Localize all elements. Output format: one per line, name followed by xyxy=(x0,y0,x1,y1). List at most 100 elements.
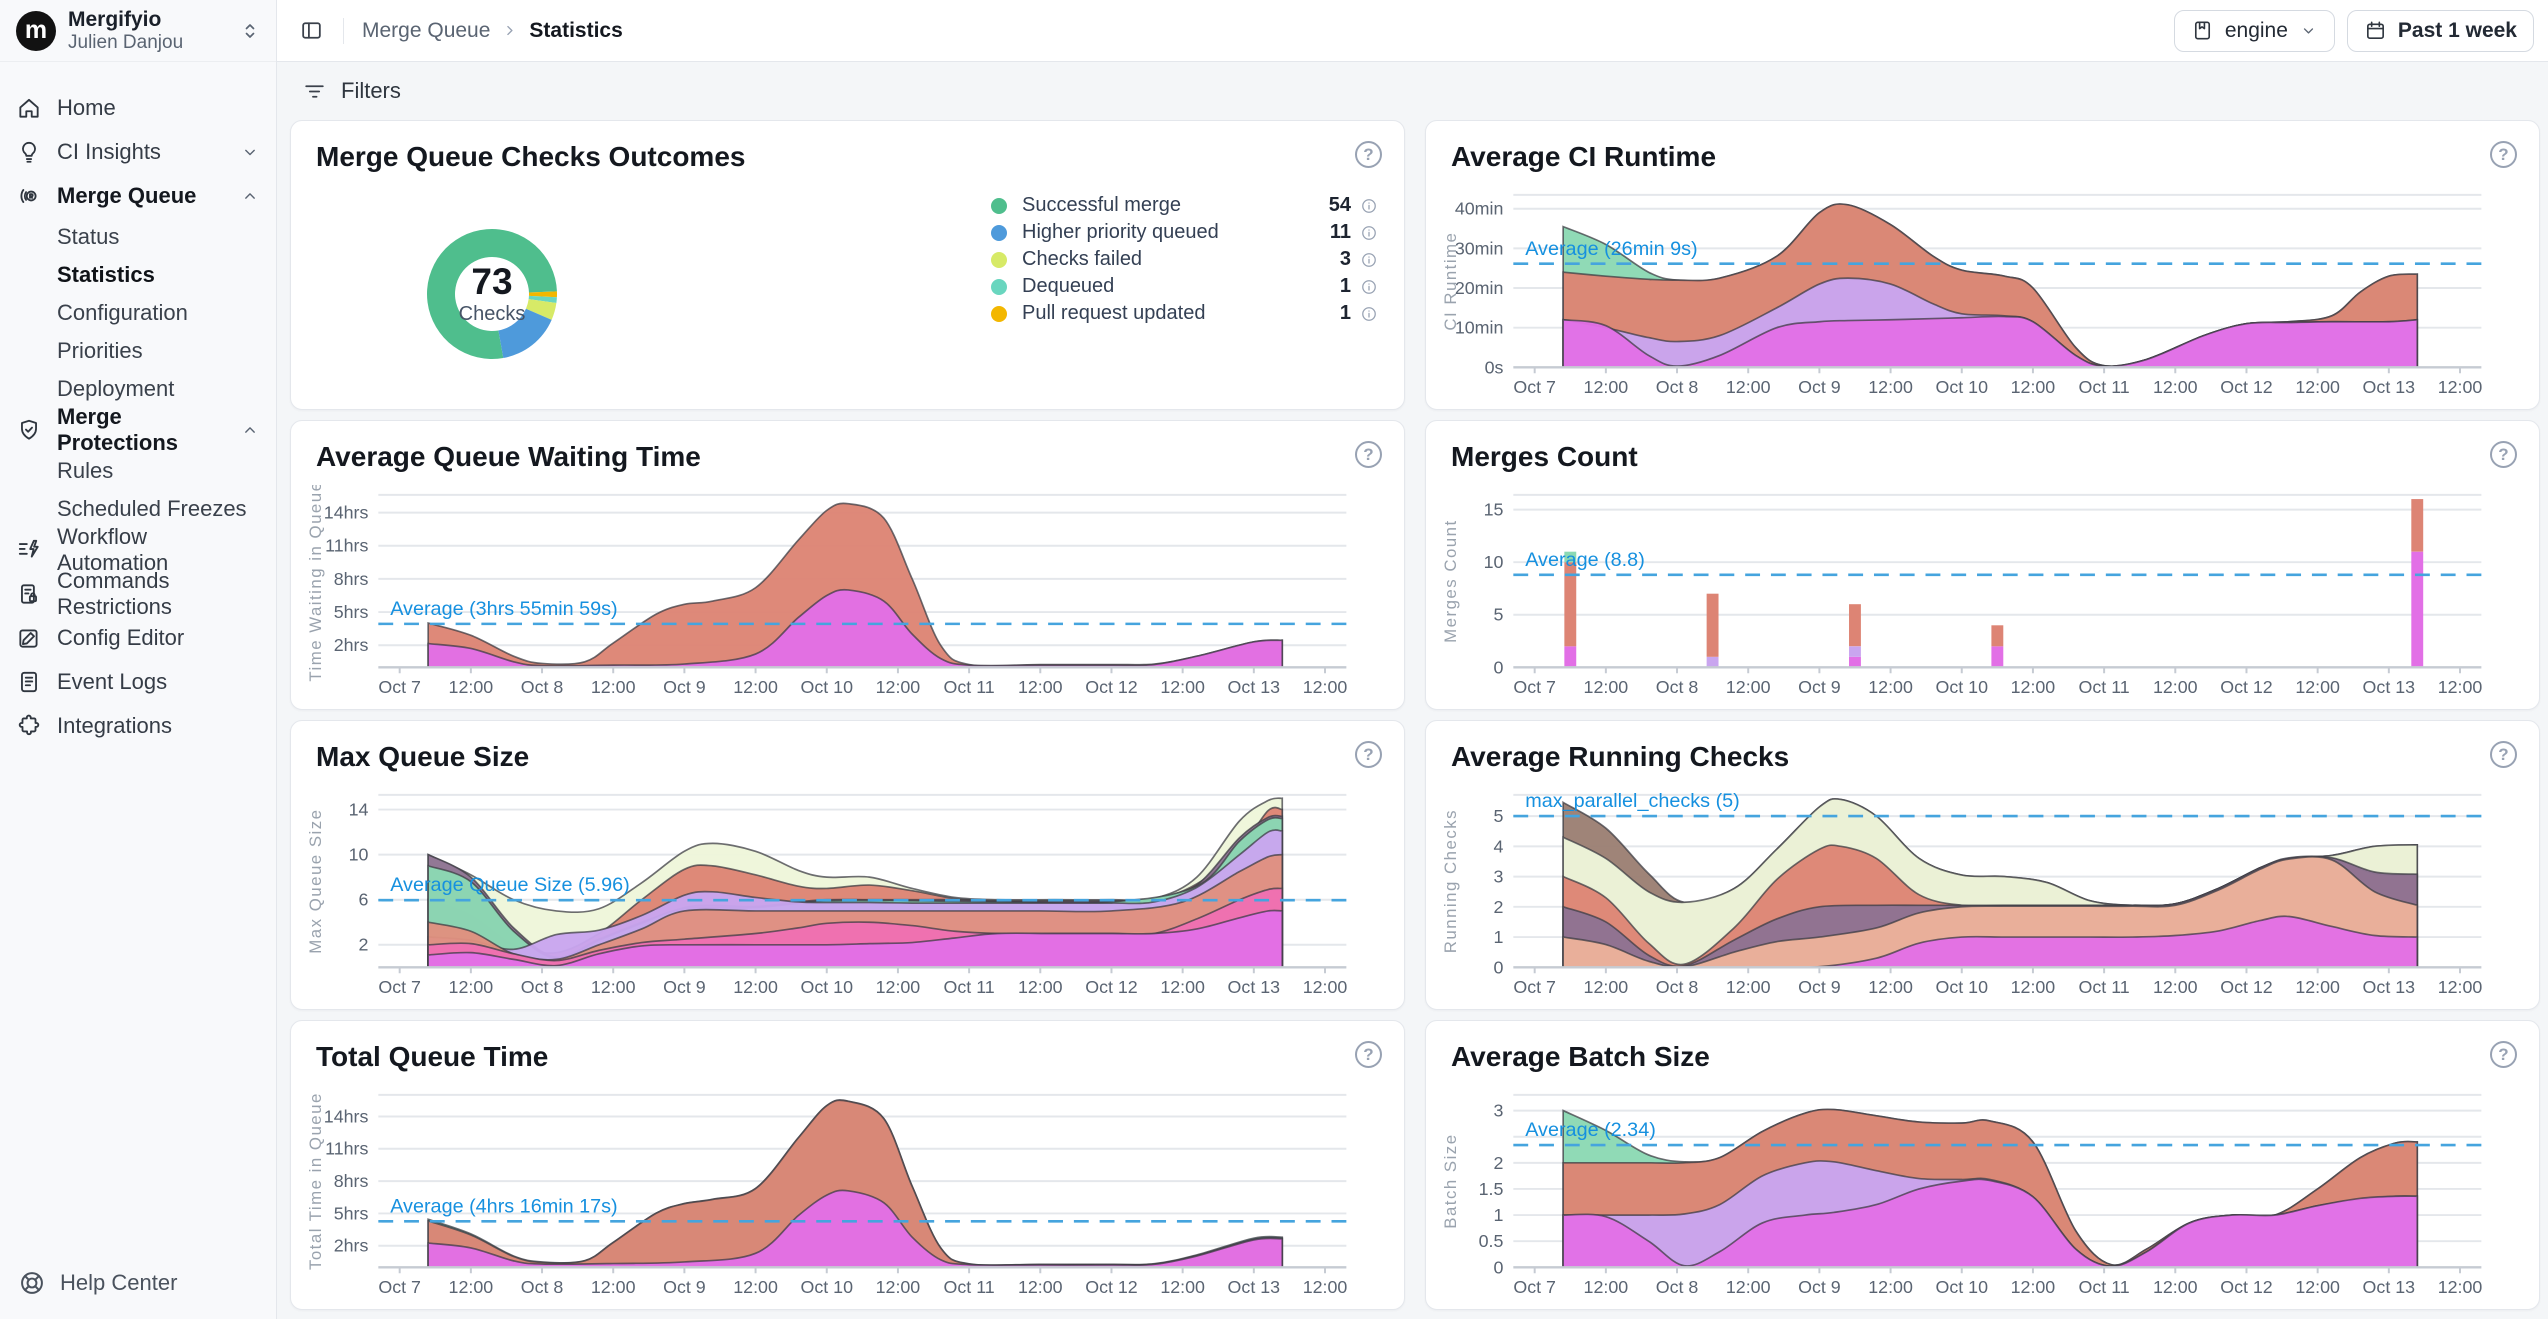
help-icon[interactable]: ? xyxy=(1355,741,1382,768)
svg-text:12:00: 12:00 xyxy=(1160,977,1205,997)
commands-restrictions-icon xyxy=(16,581,42,607)
period-selector-button[interactable]: Past 1 week xyxy=(2347,10,2534,52)
sidebar-item-configuration[interactable]: Configuration xyxy=(0,294,276,332)
info-icon xyxy=(1360,197,1378,215)
svg-text:2hrs: 2hrs xyxy=(334,1236,369,1256)
filters-button[interactable]: Filters xyxy=(290,62,2540,120)
legend-row-pull-request-updated: Pull request updated1 xyxy=(991,300,1378,327)
breadcrumb-merge-queue[interactable]: Merge Queue xyxy=(362,19,490,43)
legend-dot xyxy=(991,279,1007,295)
help-icon[interactable]: ? xyxy=(1355,141,1382,168)
svg-text:Oct 7: Oct 7 xyxy=(378,1277,421,1297)
repo-selector-button[interactable]: engine xyxy=(2174,10,2335,52)
sidebar-item-merge-queue[interactable]: Merge Queue xyxy=(0,174,276,218)
sidebar-item-scheduled-freezes[interactable]: Scheduled Freezes xyxy=(0,490,276,528)
y-axis-label: Time Waiting in Queue xyxy=(306,485,325,682)
sidebar-item-workflow-automation[interactable]: Workflow Automation xyxy=(0,528,276,572)
svg-text:15: 15 xyxy=(1484,500,1504,520)
svg-text:Oct 13: Oct 13 xyxy=(2363,677,2416,697)
integrations-icon xyxy=(16,713,42,739)
chart-average-running-checks: 012345Oct 712:00Oct 812:00Oct 912:00Oct … xyxy=(1438,785,2523,1001)
svg-text:10: 10 xyxy=(349,845,369,865)
svg-text:Oct 12: Oct 12 xyxy=(2220,1277,2273,1297)
sidebar-item-integrations[interactable]: Integrations xyxy=(0,704,276,748)
help-center-link[interactable]: Help Center xyxy=(0,1269,276,1319)
card-title: Merge Queue Checks Outcomes xyxy=(316,141,745,173)
svg-text:Oct 7: Oct 7 xyxy=(1513,977,1556,997)
cards-grid: Merge Queue Checks Outcomes?73ChecksSucc… xyxy=(290,120,2540,1310)
sidebar-item-config-editor[interactable]: Config Editor xyxy=(0,616,276,660)
legend-row-successful-merge: Successful merge54 xyxy=(991,192,1378,219)
svg-text:12:00: 12:00 xyxy=(2011,977,2056,997)
org-switcher[interactable]: m Mergifyio Julien Danjou xyxy=(0,0,276,62)
svg-text:12:00: 12:00 xyxy=(591,1277,636,1297)
sidebar-item-label: Merge Queue xyxy=(57,183,196,209)
sidebar-item-statistics[interactable]: Statistics xyxy=(0,256,276,294)
svg-text:12:00: 12:00 xyxy=(2295,977,2340,997)
sidebar-item-deployment[interactable]: Deployment xyxy=(0,370,276,408)
repo-selector-label: engine xyxy=(2225,19,2288,43)
sidebar-item-label: Statistics xyxy=(57,262,155,288)
svg-text:Oct 12: Oct 12 xyxy=(1085,677,1138,697)
sidebar-item-label: Config Editor xyxy=(57,625,184,651)
bar-segment xyxy=(1849,604,1861,646)
sidebar-item-priorities[interactable]: Priorities xyxy=(0,332,276,370)
svg-text:10min: 10min xyxy=(1455,318,1504,338)
sidebar-item-home[interactable]: Home xyxy=(0,86,276,130)
chart-max-queue-size: 261014Oct 712:00Oct 812:00Oct 912:00Oct … xyxy=(303,785,1388,1001)
content: Filters Merge Queue Checks Outcomes?73Ch… xyxy=(277,62,2548,1319)
svg-text:3: 3 xyxy=(1493,1101,1503,1121)
svg-text:10: 10 xyxy=(1484,552,1504,572)
svg-text:12:00: 12:00 xyxy=(1303,677,1348,697)
svg-text:12:00: 12:00 xyxy=(1160,1277,1205,1297)
sidebar-toggle-button[interactable] xyxy=(293,13,329,49)
user-name: Julien Danjou xyxy=(68,32,183,55)
svg-text:12:00: 12:00 xyxy=(1584,677,1629,697)
svg-text:12:00: 12:00 xyxy=(1868,677,1913,697)
sidebar-panel-icon xyxy=(299,18,324,43)
help-icon[interactable]: ? xyxy=(2490,1041,2517,1068)
sidebar-item-label: Integrations xyxy=(57,713,172,739)
sidebar-nav: HomeCI Insights Merge Queue Status Statisti… xyxy=(0,62,276,1269)
svg-text:5: 5 xyxy=(1493,605,1503,625)
svg-text:Oct 11: Oct 11 xyxy=(944,677,995,697)
help-icon[interactable]: ? xyxy=(1355,1041,1382,1068)
svg-text:12:00: 12:00 xyxy=(2438,377,2483,397)
help-icon[interactable]: ? xyxy=(2490,741,2517,768)
bar-segment xyxy=(2411,552,2423,668)
merge-protections-icon xyxy=(16,417,42,443)
workflow-automation-icon xyxy=(16,537,42,563)
svg-text:12:00: 12:00 xyxy=(1726,1277,1771,1297)
y-axis-label: Total Time in Queue xyxy=(306,1092,325,1270)
help-icon[interactable]: ? xyxy=(1355,441,1382,468)
period-selector-label: Past 1 week xyxy=(2398,19,2517,43)
svg-text:Oct 13: Oct 13 xyxy=(1228,1277,1281,1297)
svg-text:0s: 0s xyxy=(1485,357,1504,377)
svg-text:12:00: 12:00 xyxy=(2438,677,2483,697)
legend-dot xyxy=(991,252,1007,268)
chart-average-ci-runtime: 0s10min20min30min40minOct 712:00Oct 812:… xyxy=(1438,185,2523,401)
sidebar-item-event-logs[interactable]: Event Logs xyxy=(0,660,276,704)
help-icon[interactable]: ? xyxy=(2490,441,2517,468)
card-average-batch-size: Average Batch Size?00.511.523Oct 712:00O… xyxy=(1425,1020,2540,1310)
svg-text:12:00: 12:00 xyxy=(2295,677,2340,697)
sidebar-item-merge-protections[interactable]: Merge Protections xyxy=(0,408,276,452)
legend-row-higher-priority-queued: Higher priority queued11 xyxy=(991,219,1378,246)
y-axis-label: Batch Size xyxy=(1441,1133,1460,1228)
sidebar-item-ci-insights[interactable]: CI Insights xyxy=(0,130,276,174)
sidebar-item-label: Status xyxy=(57,224,119,250)
help-icon[interactable]: ? xyxy=(2490,141,2517,168)
sidebar-item-commands-restrictions[interactable]: Commands Restrictions xyxy=(0,572,276,616)
svg-text:12:00: 12:00 xyxy=(2153,377,2198,397)
sidebar-item-status[interactable]: Status xyxy=(0,218,276,256)
svg-text:12:00: 12:00 xyxy=(876,1277,921,1297)
svg-text:0: 0 xyxy=(1493,657,1503,677)
svg-text:12:00: 12:00 xyxy=(2438,1277,2483,1297)
bar-segment xyxy=(1564,646,1576,667)
svg-text:Oct 9: Oct 9 xyxy=(663,1277,706,1297)
svg-text:3: 3 xyxy=(1493,867,1503,887)
average-reference-label: Average (26min 9s) xyxy=(1525,238,1697,260)
svg-text:Oct 13: Oct 13 xyxy=(2363,977,2416,997)
sidebar-item-rules[interactable]: Rules xyxy=(0,452,276,490)
average-reference-label: Average Queue Size (5.96) xyxy=(390,874,630,896)
